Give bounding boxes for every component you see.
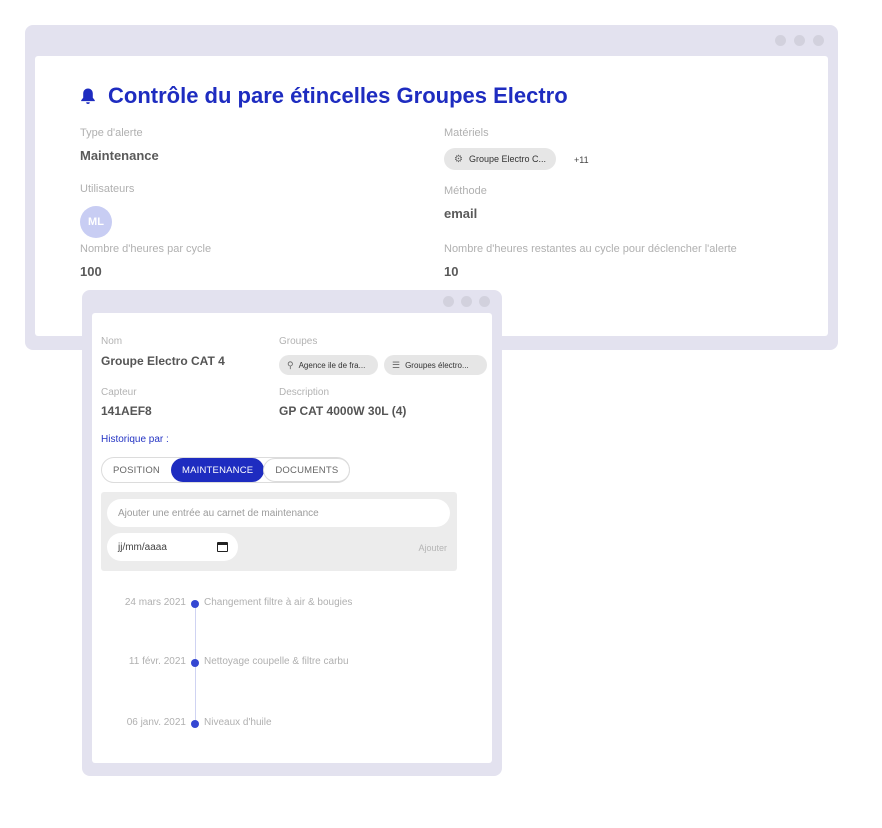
timeline-dot: [191, 600, 199, 608]
remaining-hours-value: 10: [444, 264, 459, 279]
group-chip-label: Agence ile de fra...: [298, 360, 366, 370]
description-label: Description: [279, 387, 330, 398]
equipment-name-label: Nom: [101, 336, 123, 347]
equipment-window: Nom Groupe Electro CAT 4 Groupes ⚲ Agenc…: [82, 290, 502, 776]
timeline-date: 24 mars 2021: [124, 597, 186, 608]
equipment-panel: Nom Groupe Electro CAT 4 Groupes ⚲ Agenc…: [92, 313, 492, 763]
group-chip-agency[interactable]: ⚲ Agence ile de fra...: [279, 355, 378, 375]
alert-type-label: Type d'alerte: [80, 127, 143, 139]
tab-position[interactable]: POSITION: [102, 458, 171, 482]
history-label: Historique par :: [101, 434, 169, 445]
list-icon: ☰: [392, 359, 401, 370]
material-more-count[interactable]: +11: [574, 155, 589, 165]
alert-title-text: Contrôle du pare étincelles Groupes Elec…: [108, 83, 568, 108]
sensor-value: 141AEF8: [101, 404, 152, 418]
date-input[interactable]: jj/mm/aaaa: [107, 533, 238, 561]
window-dot[interactable]: [479, 296, 490, 307]
timeline-text: Niveaux d'huile: [204, 717, 272, 728]
alert-title: Contrôle du pare étincelles Groupes Elec…: [80, 83, 568, 109]
timeline-date: 11 févr. 2021: [128, 656, 186, 667]
add-entry-button[interactable]: Ajouter: [418, 543, 447, 553]
material-chip-label: Groupe Electro C...: [468, 154, 547, 164]
timeline-text: Nettoyage coupelle & filtre carbu: [204, 656, 349, 667]
description-value: GP CAT 4000W 30L (4): [279, 404, 407, 418]
window-controls: [443, 296, 490, 307]
timeline-dot: [191, 720, 199, 728]
history-tabs: POSITION MAINTENANCE DOCUMENTS: [101, 457, 351, 483]
materials-label: Matériels: [444, 127, 489, 139]
maintenance-entry-form: jj/mm/aaaa Ajouter: [101, 492, 457, 571]
avatar[interactable]: ML: [80, 206, 112, 238]
bell-icon: [81, 88, 95, 104]
location-pin-icon: ⚲: [287, 359, 294, 370]
group-chip-label: Groupes électro...: [405, 360, 469, 370]
window-dot[interactable]: [443, 296, 454, 307]
timeline-item: 24 mars 2021 Changement filtre à air & b…: [92, 597, 492, 611]
tab-documents[interactable]: DOCUMENTS: [263, 458, 351, 482]
timeline-item: 11 févr. 2021 Nettoyage coupelle & filtr…: [92, 656, 492, 670]
remaining-hours-label: Nombre d'heures restantes au cycle pour …: [444, 243, 737, 255]
alert-type-value: Maintenance: [80, 148, 159, 163]
method-label: Méthode: [444, 185, 487, 197]
tab-maintenance[interactable]: MAINTENANCE: [171, 458, 265, 482]
generator-icon: ⚙: [454, 153, 463, 165]
window-dot[interactable]: [461, 296, 472, 307]
timeline-item: 06 janv. 2021 Niveaux d'huile: [92, 717, 492, 731]
groups-label: Groupes: [279, 336, 318, 347]
calendar-icon[interactable]: [217, 542, 228, 552]
timeline-text: Changement filtre à air & bougies: [204, 597, 353, 608]
timeline-date: 06 janv. 2021: [126, 717, 186, 728]
users-label: Utilisateurs: [80, 183, 135, 195]
hours-per-cycle-label: Nombre d'heures par cycle: [80, 243, 212, 255]
timeline-dot: [191, 659, 199, 667]
equipment-name-value: Groupe Electro CAT 4: [101, 354, 225, 368]
hours-per-cycle-value: 100: [80, 264, 102, 279]
sensor-label: Capteur: [101, 387, 137, 398]
window-controls: [775, 35, 824, 46]
window-dot[interactable]: [775, 35, 786, 46]
material-chip[interactable]: ⚙ Groupe Electro C...: [444, 148, 557, 170]
window-dot[interactable]: [813, 35, 824, 46]
method-value: email: [444, 206, 478, 221]
group-chip-generators[interactable]: ☰ Groupes électro...: [384, 355, 487, 375]
window-dot[interactable]: [794, 35, 805, 46]
maintenance-entry-input[interactable]: [107, 499, 450, 527]
date-placeholder: jj/mm/aaaa: [118, 541, 167, 553]
